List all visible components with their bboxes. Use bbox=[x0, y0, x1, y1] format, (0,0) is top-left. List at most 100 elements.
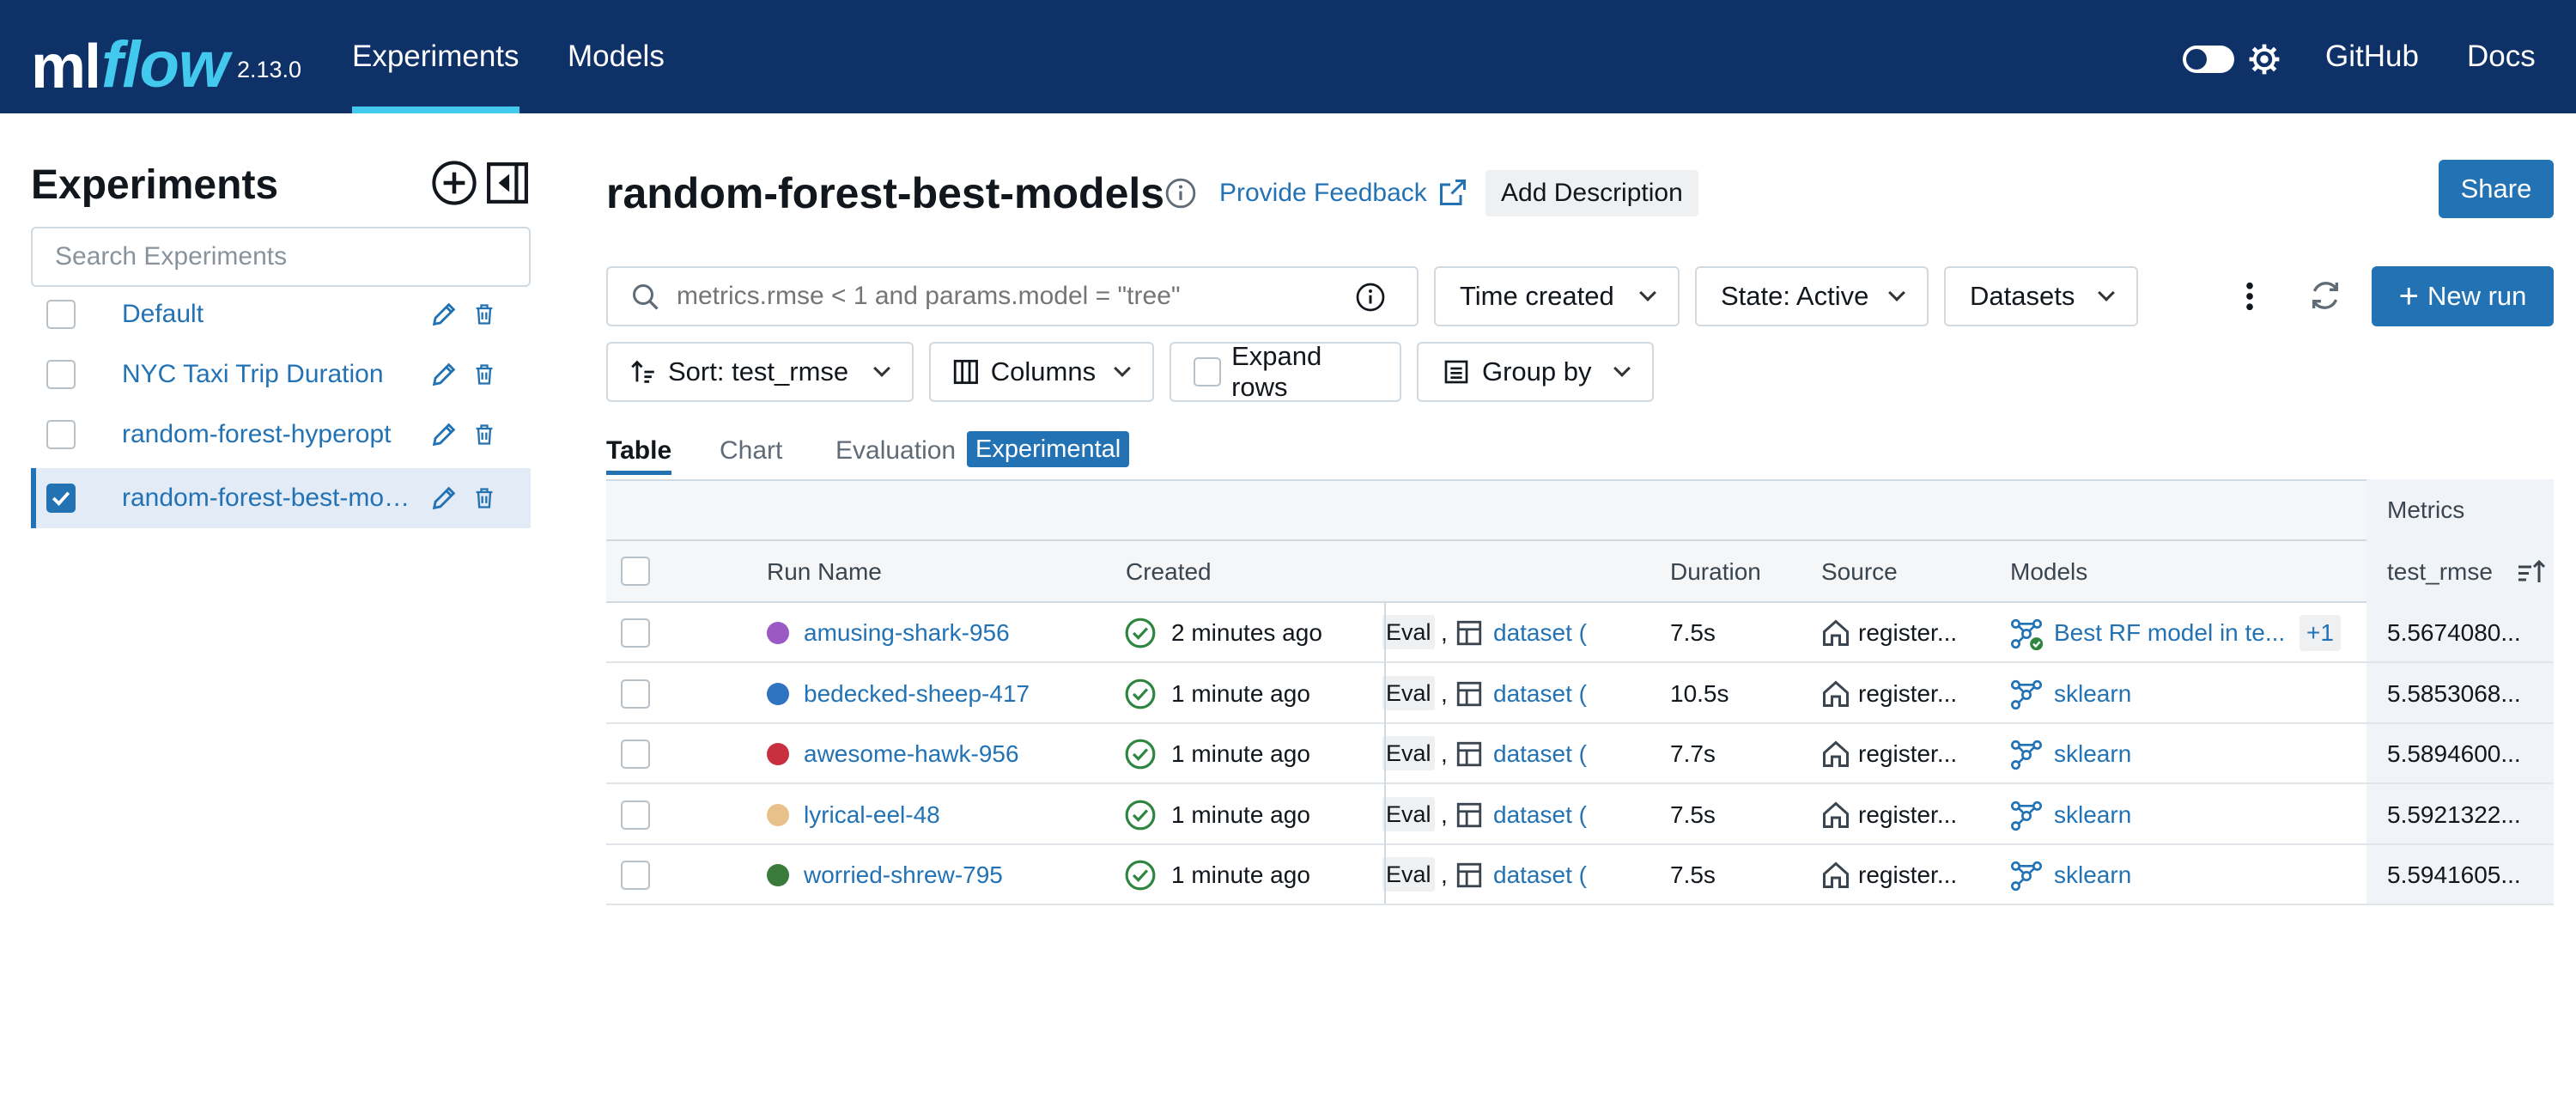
run-name-link[interactable]: bedecked-sheep-417 bbox=[804, 664, 1030, 724]
edit-icon[interactable] bbox=[429, 420, 459, 449]
experiment-checkbox[interactable] bbox=[46, 360, 76, 389]
more-options-icon[interactable] bbox=[2234, 278, 2265, 314]
dataset-link[interactable]: dataset ( bbox=[1493, 603, 1627, 663]
search-syntax-info-icon[interactable] bbox=[1355, 282, 1386, 313]
run-search-box[interactable] bbox=[606, 266, 1419, 326]
run-name-link[interactable]: awesome-hawk-956 bbox=[804, 724, 1019, 784]
experiment-checkbox[interactable] bbox=[46, 300, 76, 329]
delete-icon[interactable] bbox=[472, 485, 496, 511]
sidebar-item-default[interactable]: Default bbox=[31, 284, 531, 344]
columns-dropdown[interactable]: Columns bbox=[929, 342, 1154, 402]
refresh-icon[interactable] bbox=[2308, 278, 2342, 313]
group-by-dropdown[interactable]: Group by bbox=[1417, 342, 1654, 402]
column-duration[interactable]: Duration bbox=[1670, 541, 1761, 603]
run-color-dot[interactable] bbox=[767, 743, 789, 765]
dark-mode-toggle[interactable] bbox=[2183, 46, 2234, 73]
run-color-dot[interactable] bbox=[767, 864, 789, 886]
edit-icon[interactable] bbox=[429, 360, 459, 389]
source-value[interactable]: register... bbox=[1858, 724, 1957, 784]
table-row[interactable]: awesome-hawk-956 1 minute ago Eval , dat… bbox=[606, 724, 2554, 784]
mlflow-logo[interactable]: ml flow bbox=[31, 12, 229, 99]
row-checkbox[interactable] bbox=[621, 861, 650, 890]
duration-value: 10.5s bbox=[1670, 680, 1729, 707]
search-experiments-input[interactable] bbox=[31, 227, 531, 287]
dataset-link[interactable]: dataset ( bbox=[1493, 845, 1627, 905]
tab-chart[interactable]: Chart bbox=[720, 436, 782, 466]
dataset-link[interactable]: dataset ( bbox=[1493, 724, 1627, 784]
experiment-link[interactable]: NYC Taxi Trip Duration bbox=[122, 344, 440, 405]
table-row[interactable]: amusing-shark-956 2 minutes ago Eval , d… bbox=[606, 603, 2554, 663]
datasets-dropdown[interactable]: Datasets bbox=[1944, 266, 2138, 326]
select-all-checkbox[interactable] bbox=[621, 557, 650, 586]
nav-models[interactable]: Models bbox=[568, 0, 665, 113]
column-created[interactable]: Created bbox=[1126, 541, 1212, 603]
model-link[interactable]: sklearn bbox=[2054, 785, 2131, 845]
run-color-dot[interactable] bbox=[767, 683, 789, 705]
collapse-sidebar-icon[interactable] bbox=[486, 161, 529, 204]
new-run-button[interactable]: + New run bbox=[2372, 266, 2554, 326]
state-filter-dropdown[interactable]: State: Active bbox=[1695, 266, 1929, 326]
run-color-dot[interactable] bbox=[767, 804, 789, 826]
expand-rows-toggle[interactable]: Expand rows bbox=[1170, 341, 1401, 402]
experiment-checkbox[interactable] bbox=[46, 420, 76, 449]
run-color-dot[interactable] bbox=[767, 622, 789, 644]
table-row[interactable]: bedecked-sheep-417 1 minute ago Eval , d… bbox=[606, 664, 2554, 724]
run-search-input[interactable] bbox=[675, 275, 1345, 318]
dataset-link[interactable]: dataset ( bbox=[1493, 664, 1627, 724]
dataset-link[interactable]: dataset ( bbox=[1493, 785, 1627, 845]
experiment-link[interactable]: random-forest-hyperopt bbox=[122, 405, 414, 465]
column-run-name[interactable]: Run Name bbox=[767, 541, 882, 603]
model-link[interactable]: sklearn bbox=[2054, 845, 2131, 905]
run-name-link[interactable]: amusing-shark-956 bbox=[804, 603, 1010, 663]
more-models-badge[interactable]: +1 bbox=[2300, 615, 2341, 651]
edit-icon[interactable] bbox=[429, 300, 459, 329]
add-description-button[interactable]: Add Description bbox=[1485, 170, 1698, 216]
model-link[interactable]: sklearn bbox=[2054, 724, 2131, 784]
column-models[interactable]: Models bbox=[2010, 541, 2087, 603]
share-button[interactable]: Share bbox=[2439, 160, 2554, 218]
source-value[interactable]: register... bbox=[1858, 603, 1957, 663]
row-checkbox[interactable] bbox=[621, 618, 650, 648]
delete-icon[interactable] bbox=[472, 301, 496, 327]
column-source[interactable]: Source bbox=[1821, 541, 1898, 603]
tab-evaluation[interactable]: Evaluation bbox=[835, 436, 956, 466]
provide-feedback-link[interactable]: Provide Feedback bbox=[1219, 179, 1427, 208]
experiment-link[interactable]: Default bbox=[122, 284, 440, 344]
tab-table[interactable]: Table bbox=[606, 436, 672, 475]
docs-link[interactable]: Docs bbox=[2467, 0, 2536, 113]
sidebar-item-nyc-taxi[interactable]: NYC Taxi Trip Duration bbox=[31, 344, 531, 405]
model-link[interactable]: Best RF model in te... bbox=[2054, 603, 2284, 663]
experiment-link[interactable]: random-forest-best-models bbox=[122, 468, 419, 528]
run-name-link[interactable]: worried-shrew-795 bbox=[804, 845, 1003, 905]
info-icon[interactable] bbox=[1164, 177, 1197, 210]
row-checkbox[interactable] bbox=[621, 740, 650, 769]
experiment-checkbox-checked[interactable] bbox=[46, 484, 76, 513]
edit-icon[interactable] bbox=[429, 484, 459, 513]
source-value[interactable]: register... bbox=[1858, 785, 1957, 845]
add-experiment-icon[interactable] bbox=[431, 160, 477, 206]
sort-ascending-icon[interactable] bbox=[2516, 557, 2547, 587]
source-value[interactable]: register... bbox=[1858, 664, 1957, 724]
table-row[interactable]: lyrical-eel-48 1 minute ago Eval , datas… bbox=[606, 785, 2554, 845]
column-test-rmse[interactable]: test_rmse bbox=[2387, 541, 2493, 603]
time-created-dropdown[interactable]: Time created bbox=[1434, 266, 1680, 326]
table-group-header bbox=[606, 479, 2554, 541]
gear-icon[interactable] bbox=[2248, 43, 2281, 76]
sidebar-item-rf-hyperopt[interactable]: random-forest-hyperopt bbox=[31, 405, 531, 465]
github-link[interactable]: GitHub bbox=[2325, 0, 2419, 113]
model-link[interactable]: sklearn bbox=[2054, 664, 2131, 724]
sort-dropdown[interactable]: Sort: test_rmse bbox=[606, 342, 914, 402]
run-name-link[interactable]: lyrical-eel-48 bbox=[804, 785, 940, 845]
delete-icon[interactable] bbox=[472, 422, 496, 447]
row-checkbox[interactable] bbox=[621, 800, 650, 830]
sidebar-item-rf-best-models[interactable]: random-forest-best-models bbox=[31, 468, 531, 528]
nav-experiments[interactable]: Experiments bbox=[352, 0, 519, 113]
expand-rows-checkbox[interactable] bbox=[1194, 357, 1222, 387]
github-link-label: GitHub bbox=[2325, 40, 2419, 73]
delete-icon[interactable] bbox=[472, 362, 496, 387]
table-row[interactable]: worried-shrew-795 1 minute ago Eval , da… bbox=[606, 845, 2554, 905]
external-link-icon[interactable] bbox=[1437, 177, 1468, 208]
row-checkbox[interactable] bbox=[621, 679, 650, 709]
created-time: 1 minute ago bbox=[1171, 740, 1310, 767]
source-value[interactable]: register... bbox=[1858, 845, 1957, 905]
